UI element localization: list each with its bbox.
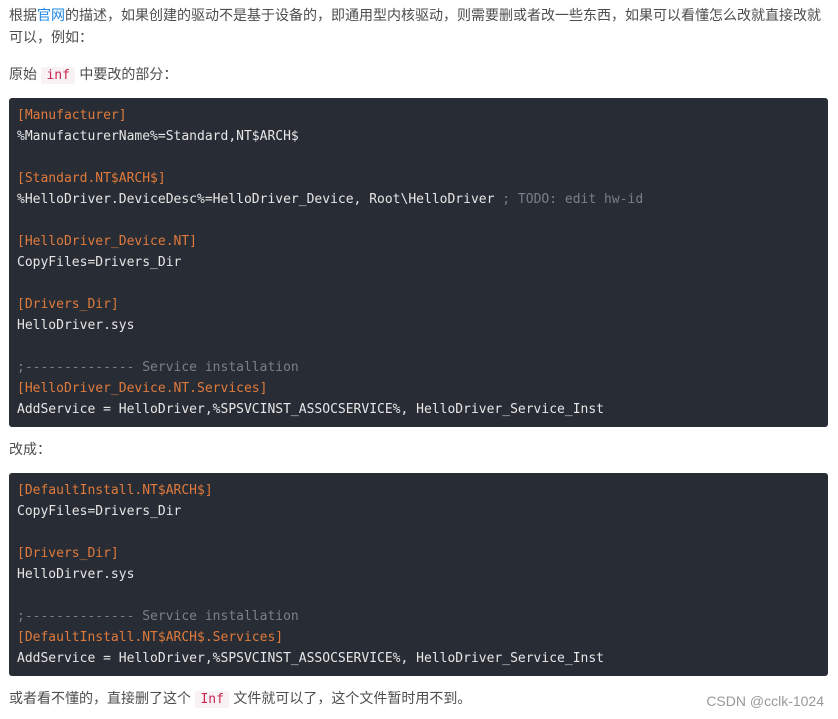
code-line: [DefaultInstall.NT$ARCH$.Services] bbox=[17, 627, 820, 648]
footer-note-after: 文件就可以了，这个文件暂时用不到。 bbox=[228, 691, 472, 707]
code-text: HelloDriver.sys bbox=[17, 318, 135, 333]
original-label: 原始 inf 中要改的部分： bbox=[9, 64, 830, 87]
inline-code-inf-file: Inf bbox=[195, 691, 229, 708]
code-line: AddService = HelloDriver,%SPSVCINST_ASSO… bbox=[17, 399, 820, 420]
code-block-modified: [DefaultInstall.NT$ARCH$] CopyFiles=Drive… bbox=[9, 473, 828, 676]
original-label-before: 原始 bbox=[9, 67, 42, 83]
code-text: %HelloDriver.DeviceDesc%=HelloDriver_Dev… bbox=[17, 192, 503, 207]
code-section-header: [Drivers_Dir] bbox=[17, 297, 119, 312]
code-line: ;-------------- Service installation bbox=[17, 357, 820, 378]
code-section-header: [Standard.NT$ARCH$] bbox=[17, 171, 166, 186]
footer-note-before: 或者看不懂的，直接删了这个 bbox=[9, 691, 196, 707]
code-line: [HelloDriver_Device.NT.Services] bbox=[17, 378, 820, 399]
code-section-header: [DefaultInstall.NT$ARCH$.Services] bbox=[17, 630, 284, 645]
code-section-header: [HelloDriver_Device.NT] bbox=[17, 234, 198, 249]
code-text: AddService = HelloDriver,%SPSVCINST_ASSO… bbox=[17, 651, 604, 666]
intro-paragraph: 根据官网的描述，如果创建的驱动不是基于设备的，即通用型内核驱动，则需要删或者改一… bbox=[9, 5, 830, 49]
code-line: [Drivers_Dir] bbox=[17, 294, 820, 315]
official-site-link[interactable]: 官网 bbox=[37, 8, 65, 24]
code-line: HelloDriver.sys bbox=[17, 315, 820, 336]
code-line: [Manufacturer] bbox=[17, 105, 820, 126]
code-line: CopyFiles=Drivers_Dir bbox=[17, 501, 820, 522]
code-text: CopyFiles=Drivers_Dir bbox=[17, 504, 182, 519]
code-comment: ;-------------- Service installation bbox=[17, 360, 299, 375]
code-line: %ManufacturerName%=Standard,NT$ARCH$ bbox=[17, 126, 820, 147]
intro-text-line2: 可以，例如： bbox=[9, 30, 93, 46]
code-line: %HelloDriver.DeviceDesc%=HelloDriver_Dev… bbox=[17, 189, 820, 210]
code-line: [Standard.NT$ARCH$] bbox=[17, 168, 820, 189]
code-comment: ; TODO: edit hw-id bbox=[502, 192, 644, 207]
code-line: [Drivers_Dir] bbox=[17, 543, 820, 564]
changed-label: 改成： bbox=[9, 442, 51, 458]
inline-code-inf: inf bbox=[41, 67, 75, 84]
code-text: CopyFiles=Drivers_Dir bbox=[17, 255, 182, 270]
code-comment: ;-------------- Service installation bbox=[17, 609, 299, 624]
code-text: %ManufacturerName%=Standard,NT$ARCH$ bbox=[17, 129, 299, 144]
intro-text-start: 根据 bbox=[9, 8, 37, 24]
code-line: CopyFiles=Drivers_Dir bbox=[17, 252, 820, 273]
code-line: AddService = HelloDriver,%SPSVCINST_ASSO… bbox=[17, 648, 820, 669]
intro-text-rest: 的描述，如果创建的驱动不是基于设备的，即通用型内核驱动，则需要删或者改一些东西，… bbox=[65, 8, 821, 24]
code-line: [DefaultInstall.NT$ARCH$] bbox=[17, 480, 820, 501]
code-section-header: [DefaultInstall.NT$ARCH$] bbox=[17, 483, 213, 498]
code-line: HelloDirver.sys bbox=[17, 564, 820, 585]
code-text: HelloDirver.sys bbox=[17, 567, 135, 582]
code-line: [HelloDriver_Device.NT] bbox=[17, 231, 820, 252]
code-section-header: [Drivers_Dir] bbox=[17, 546, 119, 561]
original-label-after: 中要改的部分： bbox=[74, 67, 178, 83]
code-text: AddService = HelloDriver,%SPSVCINST_ASSO… bbox=[17, 402, 604, 417]
csdn-watermark: CSDN @cclk-1024 bbox=[706, 693, 824, 709]
code-block-original: [Manufacturer] %ManufacturerName%=Standar… bbox=[9, 98, 828, 427]
code-section-header: [HelloDriver_Device.NT.Services] bbox=[17, 381, 268, 396]
code-section-header: [Manufacturer] bbox=[17, 108, 127, 123]
code-line: ;-------------- Service installation bbox=[17, 606, 820, 627]
